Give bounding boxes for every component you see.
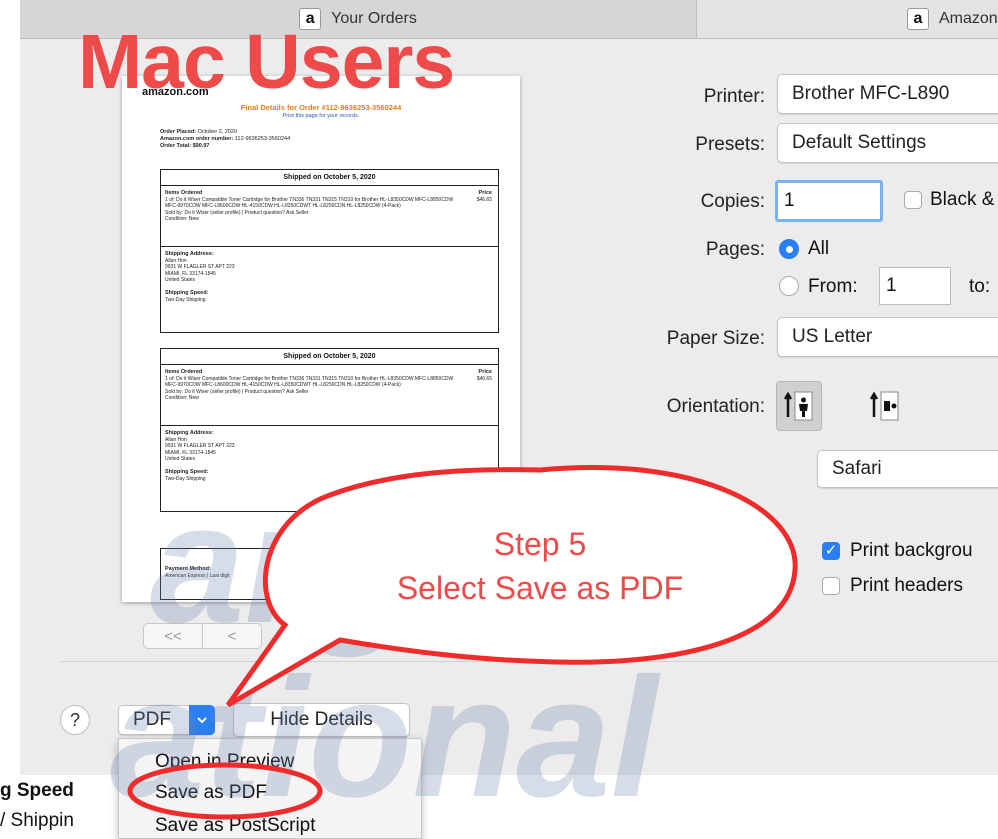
callout-step: Step 5	[493, 526, 587, 562]
callout-instruction: Select Save as PDF	[396, 570, 684, 606]
save-as-pdf-highlight	[127, 762, 323, 820]
callout-shapes	[127, 465, 798, 820]
